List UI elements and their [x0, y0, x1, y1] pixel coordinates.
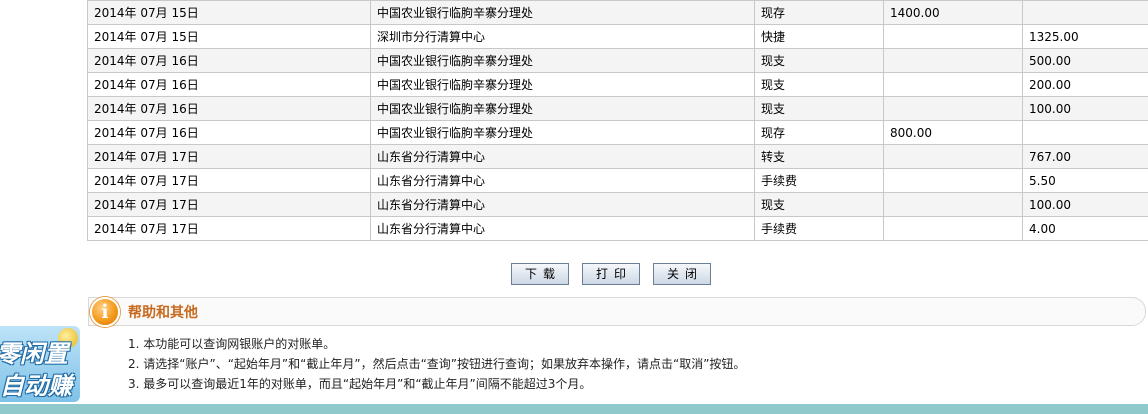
expense-cell: 4.00	[1022, 216, 1148, 241]
info-icon: i	[90, 297, 120, 327]
help-panel-header	[88, 297, 1146, 326]
expense-cell	[1022, 120, 1148, 145]
branch-cell: 山东省分行清算中心	[370, 216, 755, 241]
table-row: 2014年 07月 16日 中国农业银行临朐辛寨分理处 现支 100.00	[87, 96, 1148, 121]
expense-cell: 500.00	[1022, 48, 1148, 73]
date-cell: 2014年 07月 16日	[87, 96, 371, 121]
branch-cell: 中国农业银行临朐辛寨分理处	[370, 0, 755, 25]
summary-cell: 现支	[754, 72, 884, 97]
table-row: 2014年 07月 16日 中国农业银行临朐辛寨分理处 现存 800.00	[87, 120, 1148, 145]
table-row: 2014年 07月 15日 深圳市分行清算中心 快捷 1325.00	[87, 24, 1148, 49]
side-ad-banner[interactable]: 零闲置 自动赚	[0, 326, 80, 402]
expense-cell: 100.00	[1022, 96, 1148, 121]
summary-cell: 手续费	[754, 216, 884, 241]
branch-cell: 山东省分行清算中心	[370, 168, 755, 193]
help-title: 帮助和其他	[128, 305, 198, 321]
date-cell: 2014年 07月 15日	[87, 24, 371, 49]
print-button[interactable]: 打印	[582, 263, 640, 285]
date-cell: 2014年 07月 17日	[87, 216, 371, 241]
summary-cell: 现支	[754, 96, 884, 121]
download-button[interactable]: 下载	[511, 263, 569, 285]
date-cell: 2014年 07月 17日	[87, 144, 371, 169]
help-list: 1. 本功能可以查询网银账户的对账单。 2. 请选择“账户”、“起始年月”和“截…	[128, 334, 1128, 394]
action-button-bar: 下载 打印 关闭	[0, 263, 1148, 285]
branch-cell: 山东省分行清算中心	[370, 192, 755, 217]
income-cell	[883, 144, 1023, 169]
income-cell: 1400.00	[883, 0, 1023, 25]
expense-cell: 1325.00	[1022, 24, 1148, 49]
help-item: 1. 本功能可以查询网银账户的对账单。	[128, 337, 336, 351]
income-cell	[883, 96, 1023, 121]
statement-table-body: 2014年 07月 15日 中国农业银行临朐辛寨分理处 现存 1400.00 2014年…	[87, 0, 1148, 241]
table-row: 2014年 07月 17日 山东省分行清算中心 手续费 5.50	[87, 168, 1148, 193]
date-cell: 2014年 07月 17日	[87, 168, 371, 193]
income-cell	[883, 72, 1023, 97]
statement-table: 2014年 07月 15日 中国农业银行临朐辛寨分理处 现存 1400.00 2014年…	[87, 0, 1148, 241]
summary-cell: 现存	[754, 120, 884, 145]
income-cell	[883, 168, 1023, 193]
expense-cell: 200.00	[1022, 72, 1148, 97]
table-row: 2014年 07月 17日 山东省分行清算中心 转支 767.00	[87, 144, 1148, 169]
date-cell: 2014年 07月 16日	[87, 120, 371, 145]
branch-cell: 中国农业银行临朐辛寨分理处	[370, 120, 755, 145]
date-cell: 2014年 07月 16日	[87, 48, 371, 73]
branch-cell: 中国农业银行临朐辛寨分理处	[370, 96, 755, 121]
expense-cell	[1022, 0, 1148, 25]
table-row: 2014年 07月 17日 山东省分行清算中心 现支 100.00	[87, 192, 1148, 217]
date-cell: 2014年 07月 16日	[87, 72, 371, 97]
summary-cell: 现支	[754, 192, 884, 217]
table-row: 2014年 07月 17日 山东省分行清算中心 手续费 4.00	[87, 216, 1148, 241]
ad-text-line-1: 零闲置	[0, 340, 68, 368]
summary-cell: 快捷	[754, 24, 884, 49]
date-cell: 2014年 07月 15日	[87, 0, 371, 25]
ad-text-line-2: 自动赚	[0, 372, 72, 400]
branch-cell: 中国农业银行临朐辛寨分理处	[370, 72, 755, 97]
table-row: 2014年 07月 16日 中国农业银行临朐辛寨分理处 现支 500.00	[87, 48, 1148, 73]
income-cell: 800.00	[883, 120, 1023, 145]
expense-cell: 5.50	[1022, 168, 1148, 193]
income-cell	[883, 48, 1023, 73]
close-button[interactable]: 关闭	[653, 263, 711, 285]
summary-cell: 转支	[754, 144, 884, 169]
income-cell	[883, 24, 1023, 49]
expense-cell: 100.00	[1022, 192, 1148, 217]
income-cell	[883, 192, 1023, 217]
help-item: 2. 请选择“账户”、“起始年月”和“截止年月”，然后点击“查询”按钮进行查询；…	[128, 357, 746, 371]
branch-cell: 中国农业银行临朐辛寨分理处	[370, 48, 755, 73]
table-row: 2014年 07月 16日 中国农业银行临朐辛寨分理处 现支 200.00	[87, 72, 1148, 97]
branch-cell: 深圳市分行清算中心	[370, 24, 755, 49]
summary-cell: 现支	[754, 48, 884, 73]
bottom-bar	[0, 404, 1148, 414]
expense-cell: 767.00	[1022, 144, 1148, 169]
summary-cell: 现存	[754, 0, 884, 25]
income-cell	[883, 216, 1023, 241]
help-item: 3. 最多可以查询最近1年的对账单，而且“起始年月”和“截止年月”间隔不能超过3…	[128, 377, 592, 391]
table-row: 2014年 07月 15日 中国农业银行临朐辛寨分理处 现存 1400.00	[87, 0, 1148, 25]
branch-cell: 山东省分行清算中心	[370, 144, 755, 169]
date-cell: 2014年 07月 17日	[87, 192, 371, 217]
summary-cell: 手续费	[754, 168, 884, 193]
